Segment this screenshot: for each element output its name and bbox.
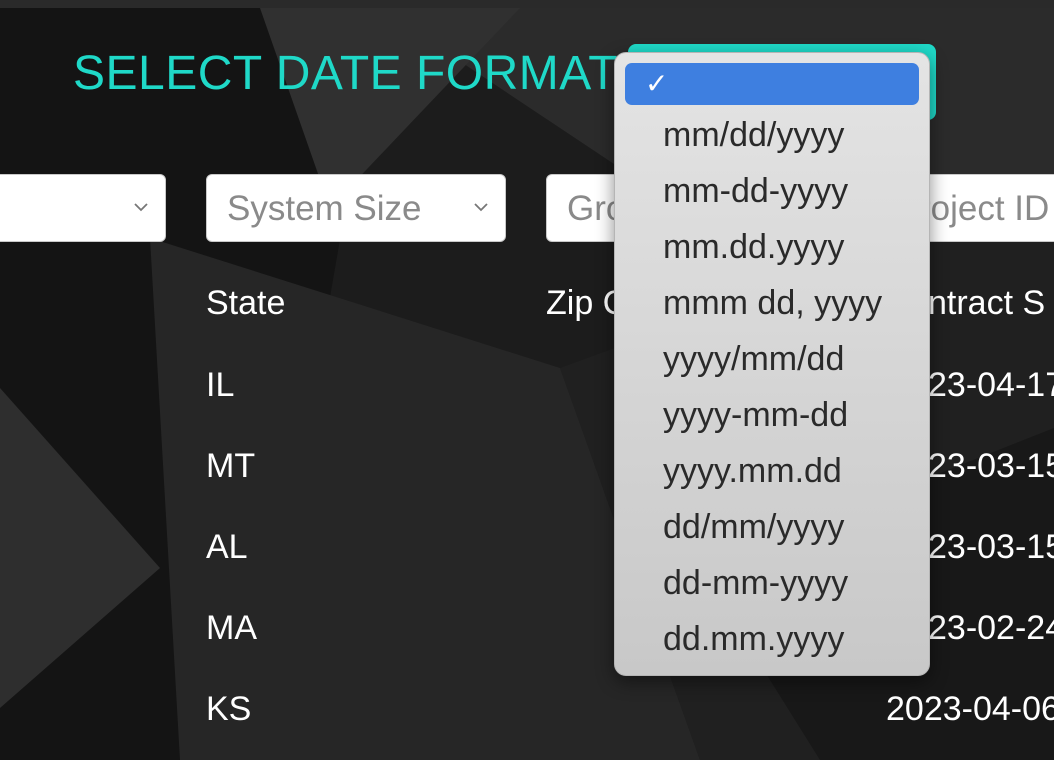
- project-id-select[interactable]: roject ID: [912, 174, 1054, 242]
- system-size-select-label: System Size: [227, 189, 422, 228]
- dropdown-option[interactable]: mm-dd-yyyy: [663, 172, 848, 210]
- chevron-down-icon: [134, 203, 148, 212]
- dropdown-option[interactable]: yyyy.mm.dd: [663, 452, 842, 490]
- chevron-down-icon: [474, 203, 488, 212]
- date-format-dropdown[interactable]: ✓ mm/dd/yyyy mm-dd-yyyy mm.dd.yyyy mmm d…: [614, 52, 930, 676]
- system-size-select[interactable]: System Size: [206, 174, 506, 242]
- dropdown-option-selected[interactable]: ✓: [625, 63, 919, 105]
- table-cell-state: IL: [206, 366, 235, 404]
- column-header-state: State: [206, 284, 286, 322]
- project-id-select-label: roject ID: [919, 189, 1050, 228]
- filter-select-1[interactable]: [0, 174, 166, 242]
- table-cell-contract: 23-04-17: [928, 366, 1054, 404]
- window-top-strip: [0, 0, 1054, 8]
- table-cell-state: MT: [206, 447, 256, 485]
- column-header-contract: ntract S: [928, 284, 1046, 322]
- date-format-label: SELECT DATE FORMAT:: [73, 47, 627, 100]
- checkmark-icon: ✓: [645, 68, 669, 99]
- table-cell-contract: 2023-04-06: [886, 690, 1054, 728]
- table-cell-contract: 23-02-24: [928, 609, 1054, 647]
- dropdown-option[interactable]: yyyy-mm-dd: [663, 396, 848, 434]
- dropdown-option[interactable]: mm.dd.yyyy: [663, 228, 844, 266]
- table-cell-contract: 23-03-15: [928, 528, 1054, 566]
- table-cell-contract: 23-03-15: [928, 447, 1054, 485]
- table-cell-state: AL: [206, 528, 248, 566]
- dropdown-option[interactable]: dd-mm-yyyy: [663, 564, 848, 602]
- dropdown-option[interactable]: yyyy/mm/dd: [663, 340, 844, 378]
- dropdown-option[interactable]: mmm dd, yyyy: [663, 284, 882, 322]
- table-cell-state: KS: [206, 690, 252, 728]
- table-cell-state: MA: [206, 609, 257, 647]
- dropdown-option[interactable]: mm/dd/yyyy: [663, 116, 844, 154]
- dropdown-option[interactable]: dd.mm.yyyy: [663, 620, 844, 658]
- dropdown-option[interactable]: dd/mm/yyyy: [663, 508, 844, 546]
